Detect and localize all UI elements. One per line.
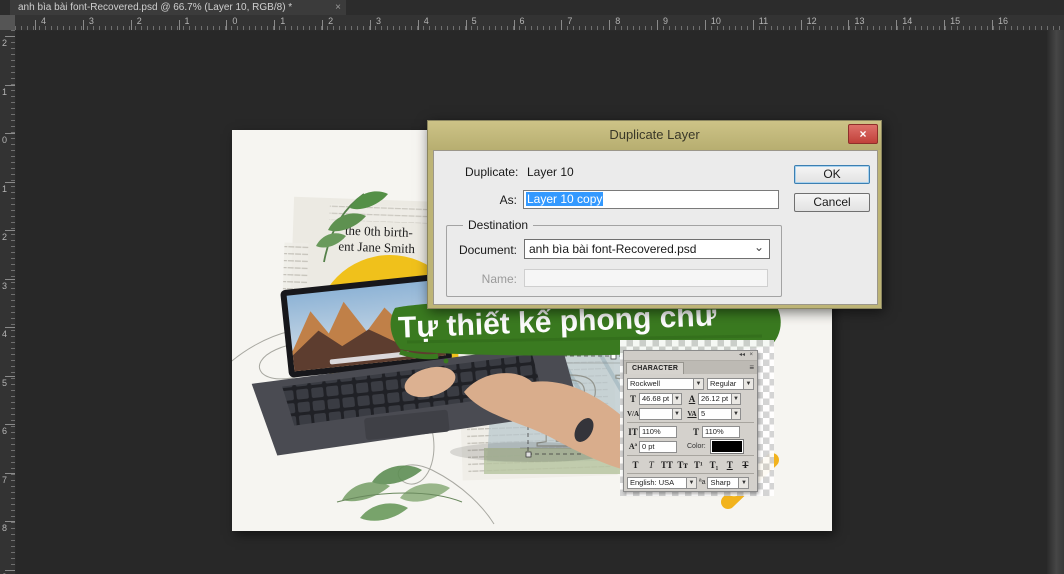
top-ruler-numbers: 4321012345678910111213141516 [15,15,1064,30]
superscript-icon: T¹ [692,460,705,470]
dialog-body: Duplicate: Layer 10 As: Layer 10 copy OK… [433,150,878,305]
vertical-scale-icon: IT [627,427,639,437]
dropdown-arrow-icon: ▼ [738,478,748,488]
as-input-selected-text: Layer 10 copy [526,192,603,206]
dropdown-arrow-icon: ▼ [743,379,753,389]
document-label: Document: [451,243,517,257]
baseline-shift-field: 0 pt [639,441,677,453]
faux-bold-icon: T [629,460,642,470]
destination-legend: Destination [463,218,533,232]
ok-button[interactable]: OK [794,165,870,184]
panel-close-icon: × [749,351,753,360]
panel-menu-icon: ≡ [749,362,754,374]
photoshop-window: anh bìa bài font-Recovered.psd @ 66.7% (… [0,0,1064,574]
duplicate-layer-dialog: Duplicate Layer × Duplicate: Layer 10 As… [427,120,882,309]
dialog-close-button[interactable]: × [848,124,878,144]
leading-field: 26.12 pt [698,393,732,405]
underline-icon: T [723,460,736,470]
ruler-origin-box[interactable] [0,15,15,30]
type-style-buttons: T T TT Tᴛ T¹ T₁ T T [627,458,754,471]
font-size-icon: T [627,394,639,404]
font-family-select: Rockwell ▼ [627,378,704,390]
leading-icon: A [686,394,698,404]
left-ruler: 210123456789 [0,30,16,574]
as-input[interactable]: Layer 10 copy [523,190,779,209]
dialog-title-bar[interactable]: Duplicate Layer [428,121,881,150]
chevron-down-icon: ⌄ [754,238,764,256]
faux-italic-icon: T [645,460,658,470]
character-panel-image: ◂◂ × CHARACTER ≡ Rockwell ▼ Regular ▼ [623,350,758,492]
as-label: As: [454,193,517,207]
tab-close-icon[interactable]: × [335,0,341,15]
vertical-scrollbar[interactable] [1047,30,1064,574]
dropdown-arrow-icon: ▼ [686,478,696,488]
color-label: Color: [687,443,706,450]
antialias-select: Sharp ▼ [707,477,749,489]
tracking-icon: VA [686,410,698,418]
watercolor-leaves [337,466,462,521]
document-tab[interactable]: anh bìa bài font-Recovered.psd @ 66.7% (… [10,0,346,15]
font-size-field: 46.68 pt [639,393,673,405]
character-tab: CHARACTER [626,362,684,374]
kerning-icon: V/A [627,410,639,418]
kerning-field [639,408,673,420]
destination-groupbox: Destination Document: anh bìa bài font-R… [446,225,782,297]
language-select: English: USA ▼ [627,477,697,489]
tracking-field: 5 [698,408,732,420]
dropdown-arrow-icon: ▼ [732,408,741,420]
panel-mini-bar: ◂◂ × [624,351,757,361]
small-caps-icon: Tᴛ [676,460,689,470]
strikethrough-icon: T [739,460,752,470]
subscript-icon: T₁ [708,460,721,470]
dropdown-arrow-icon: ▼ [673,393,682,405]
dropdown-arrow-icon: ▼ [673,408,682,420]
duplicate-value: Layer 10 [527,165,574,179]
horizontal-scale-field: 110% [702,426,740,438]
document-tab-bar: anh bìa bài font-Recovered.psd @ 66.7% (… [0,0,1064,15]
document-tab-title: anh bìa bài font-Recovered.psd @ 66.7% (… [18,2,292,13]
antialias-icon: ªa [699,479,705,486]
top-ruler: 4321012345678910111213141516 [15,15,1064,31]
dropdown-arrow-icon: ▼ [693,379,703,389]
vertical-scale-field: 110% [639,426,677,438]
all-caps-icon: TT [660,460,673,470]
panel-collapse-icon: ◂◂ [739,351,745,360]
name-input-disabled [524,269,768,287]
document-select-value: anh bìa bài font-Recovered.psd [529,242,696,256]
text-color-swatch [711,440,743,453]
cancel-button[interactable]: Cancel [794,193,870,212]
clipping-line2: ent Jane Smith [338,238,416,256]
horizontal-scale-icon: T [690,427,702,437]
left-ruler-numbers: 210123456789 [0,30,15,574]
baseline-shift-icon: Aª [627,442,639,451]
panel-tab-bar: CHARACTER ≡ [624,361,757,374]
duplicate-label: Duplicate: [465,165,518,179]
dropdown-arrow-icon: ▼ [732,393,741,405]
name-label: Name: [451,272,517,286]
font-style-select: Regular ▼ [707,378,754,390]
document-select[interactable]: anh bìa bài font-Recovered.psd ⌄ [524,239,770,259]
